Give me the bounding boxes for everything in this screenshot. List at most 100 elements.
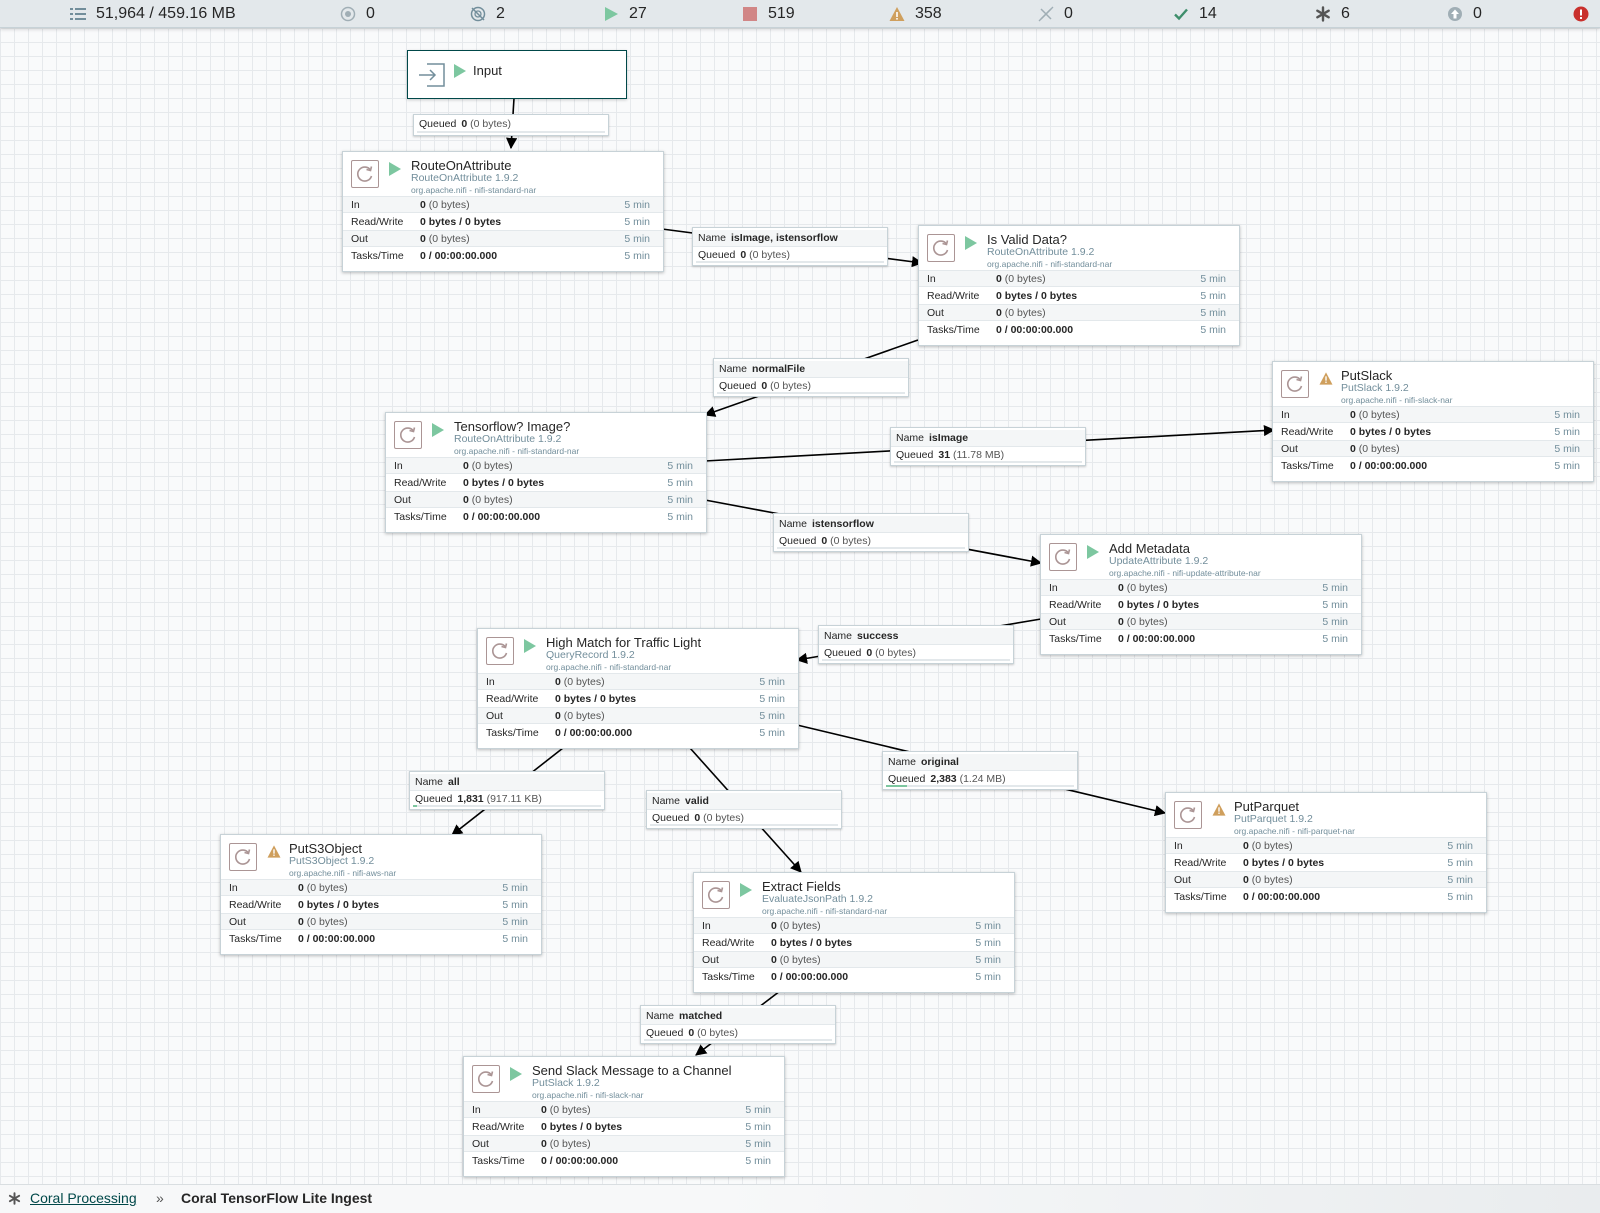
up-to-date-stat[interactable]: 14 bbox=[1173, 0, 1217, 27]
connection-queued-value: 0 (0 bytes) bbox=[866, 647, 916, 659]
stat-window: 5 min bbox=[745, 1137, 771, 1150]
stat-value-count: 0 bbox=[541, 1137, 547, 1150]
connection-queued-value: 0 (0 bytes) bbox=[821, 535, 871, 547]
breadcrumb-current: Coral TensorFlow Lite Ingest bbox=[181, 1190, 373, 1206]
connection-name: valid bbox=[685, 795, 709, 807]
queued-stat[interactable]: 51,964 / 459.16 MB bbox=[70, 0, 236, 27]
processor-bundle: org.apache.nifi - nifi-update-attribute-… bbox=[1109, 568, 1261, 578]
processor-send-slack-message[interactable]: Send Slack Message to a Channel PutSlack … bbox=[463, 1056, 785, 1177]
breadcrumb-separator: » bbox=[156, 1190, 164, 1206]
connection-queued-label: Queued bbox=[652, 812, 690, 824]
connection-label-success[interactable]: Name success Queued 0 (0 bytes) bbox=[818, 625, 1014, 664]
stat-value-group: 0 (0 bytes) bbox=[996, 307, 1046, 319]
warning-icon bbox=[1319, 372, 1333, 386]
processor-name: Extract Fields bbox=[762, 879, 841, 894]
bulletins-button[interactable] bbox=[1573, 0, 1599, 27]
input-port[interactable]: Input bbox=[407, 50, 627, 99]
connection-label-original[interactable]: Name original Queued 2,383 (1.24 MB) bbox=[882, 751, 1078, 790]
processor-puts3object[interactable]: PutS3Object PutS3Object 1.9.2 org.apache.n… bbox=[220, 834, 542, 955]
invalid-stat[interactable]: 358 bbox=[889, 0, 942, 27]
processor-add-metadata[interactable]: Add Metadata UpdateAttribute 1.9.2 org.apa… bbox=[1040, 534, 1362, 655]
connection-label-matched[interactable]: Name matched Queued 0 (0 bytes) bbox=[640, 1005, 836, 1044]
processor-stat-row-in: In 0 (0 bytes) 5 min bbox=[478, 673, 798, 690]
connection-label-isimage-istensorflow[interactable]: Name isImage, istensorflow Queued 0 (0 byte… bbox=[692, 227, 888, 266]
stat-value-group: 0 bytes / 0 bytes bbox=[463, 477, 544, 489]
processor-header: Is Valid Data? RouteOnAttribute 1.9.2 org.… bbox=[919, 226, 1239, 270]
stat-window: 5 min bbox=[502, 915, 528, 928]
running-stat[interactable]: 27 bbox=[603, 0, 647, 27]
stat-value-group: 0 (0 bytes) bbox=[1243, 840, 1293, 852]
stat-window: 5 min bbox=[1554, 442, 1580, 455]
stat-label: Tasks/Time bbox=[472, 1154, 525, 1167]
stat-value: 0 / 00:00:00.000 bbox=[1350, 459, 1428, 472]
stat-label: In bbox=[351, 198, 360, 211]
connection-queued-row: Queued 0 (0 bytes) bbox=[419, 116, 511, 132]
stat-value-count: 0 bbox=[1118, 581, 1124, 594]
stat-value: 0 / 00:00:00.000 bbox=[1243, 890, 1321, 903]
stat-label: Out bbox=[702, 953, 719, 966]
queue-progress-bar bbox=[886, 785, 1074, 787]
stat-value-count: 0 bbox=[298, 881, 304, 894]
processor-stat-row-in: In 0 (0 bytes) 5 min bbox=[919, 270, 1239, 287]
stat-value-group: 0 bytes / 0 bytes bbox=[1350, 426, 1431, 438]
processor-tensorflow-image[interactable]: Tensorflow? Image? RouteOnAttribute 1.9.2… bbox=[385, 412, 707, 533]
stat-label: Read/Write bbox=[1174, 856, 1227, 869]
processor-name: PutParquet bbox=[1234, 799, 1300, 814]
connection-name: success bbox=[857, 630, 899, 642]
processor-is-valid-data[interactable]: Is Valid Data? RouteOnAttribute 1.9.2 org.… bbox=[918, 225, 1240, 346]
transmitting-stat[interactable]: 0 bbox=[340, 0, 375, 27]
stat-value-size: (0 bytes) bbox=[306, 881, 348, 894]
connection-name: isImage, istensorflow bbox=[731, 232, 838, 244]
processor-icon bbox=[1049, 543, 1077, 571]
processor-name: Add Metadata bbox=[1109, 541, 1190, 556]
stat-value-size: (0 bytes) bbox=[428, 198, 470, 211]
sync-failure-stat[interactable]: 0 bbox=[1447, 0, 1482, 27]
stat-value: 0 bytes / 0 bytes bbox=[996, 289, 1078, 302]
stat-window: 5 min bbox=[1447, 890, 1473, 903]
stopped-stat[interactable]: 519 bbox=[742, 0, 795, 27]
queue-progress-bar bbox=[644, 1039, 832, 1041]
processor-icon bbox=[351, 160, 379, 188]
processor-stat-row-in: In 0 (0 bytes) 5 min bbox=[464, 1101, 784, 1118]
stat-value-group: 0 (0 bytes) bbox=[541, 1104, 591, 1116]
stat-value-group: 0 (0 bytes) bbox=[1118, 582, 1168, 594]
stat-value: 0 / 00:00:00.000 bbox=[463, 510, 541, 523]
processor-putparquet[interactable]: PutParquet PutParquet 1.9.2 org.apache.nif… bbox=[1165, 792, 1487, 913]
processor-name: Send Slack Message to a Channel bbox=[532, 1063, 732, 1078]
stat-value-group: 0 / 00:00:00.000 bbox=[771, 971, 848, 983]
stat-value-size: (0 bytes) bbox=[779, 953, 821, 966]
processor-stat-row-in: In 0 (0 bytes) 5 min bbox=[1041, 579, 1361, 596]
asterisk-icon bbox=[8, 1192, 21, 1208]
stat-value-count: 0 bbox=[463, 459, 469, 472]
stat-value-group: 0 (0 bytes) bbox=[996, 273, 1046, 285]
locally-modified-stat[interactable]: 6 bbox=[1315, 0, 1350, 27]
connection-label-istensorflow[interactable]: Name istensorflow Queued 0 (0 bytes) bbox=[773, 513, 969, 552]
connection-label-input[interactable]: Queued 0 (0 bytes) bbox=[413, 114, 609, 136]
connection-label-valid[interactable]: Name valid Queued 0 (0 bytes) bbox=[646, 790, 842, 829]
processor-putslack[interactable]: PutSlack PutSlack 1.9.2 org.apache.nifi - … bbox=[1272, 361, 1594, 482]
processor-icon bbox=[1174, 801, 1202, 829]
stat-label: Tasks/Time bbox=[1281, 459, 1334, 472]
processor-stat-row-rw: Read/Write 0 bytes / 0 bytes 5 min bbox=[1041, 596, 1361, 613]
not-transmitting-stat[interactable]: 2 bbox=[470, 0, 505, 27]
processor-type: UpdateAttribute 1.9.2 bbox=[1109, 555, 1209, 567]
connection-label-all[interactable]: Name all Queued 1,831 (917.11 KB) bbox=[409, 771, 605, 810]
stat-value: 0 / 00:00:00.000 bbox=[1118, 632, 1196, 645]
stat-value-group: 0 / 00:00:00.000 bbox=[1118, 633, 1195, 645]
stat-window: 5 min bbox=[759, 675, 785, 688]
stat-value-group: 0 (0 bytes) bbox=[298, 882, 348, 894]
connection-label-isimage[interactable]: Name isImage Queued 31 (11.78 MB) bbox=[890, 427, 1086, 466]
connection-name-row: Name normalFile bbox=[714, 361, 908, 378]
processor-routeonattribute[interactable]: RouteOnAttribute RouteOnAttribute 1.9.2 or… bbox=[342, 151, 664, 272]
processor-extract-fields[interactable]: Extract Fields EvaluateJsonPath 1.9.2 org.… bbox=[693, 872, 1015, 993]
stat-value: 0 bytes / 0 bytes bbox=[555, 692, 637, 705]
breadcrumb-root-link[interactable]: Coral Processing bbox=[30, 1190, 137, 1206]
processor-high-match-traffic-light[interactable]: High Match for Traffic Light QueryRecord … bbox=[477, 628, 799, 749]
processor-stat-row-out: Out 0 (0 bytes) 5 min bbox=[694, 951, 1014, 968]
disabled-icon bbox=[1038, 6, 1054, 22]
connection-label-normalfile[interactable]: Name normalFile Queued 0 (0 bytes) bbox=[713, 358, 909, 397]
processor-stat-row-in: In 0 (0 bytes) 5 min bbox=[221, 879, 541, 896]
queued-count: 0 bbox=[740, 249, 747, 261]
disabled-stat[interactable]: 0 bbox=[1038, 0, 1073, 27]
connection-name-label: Name bbox=[646, 1010, 675, 1022]
